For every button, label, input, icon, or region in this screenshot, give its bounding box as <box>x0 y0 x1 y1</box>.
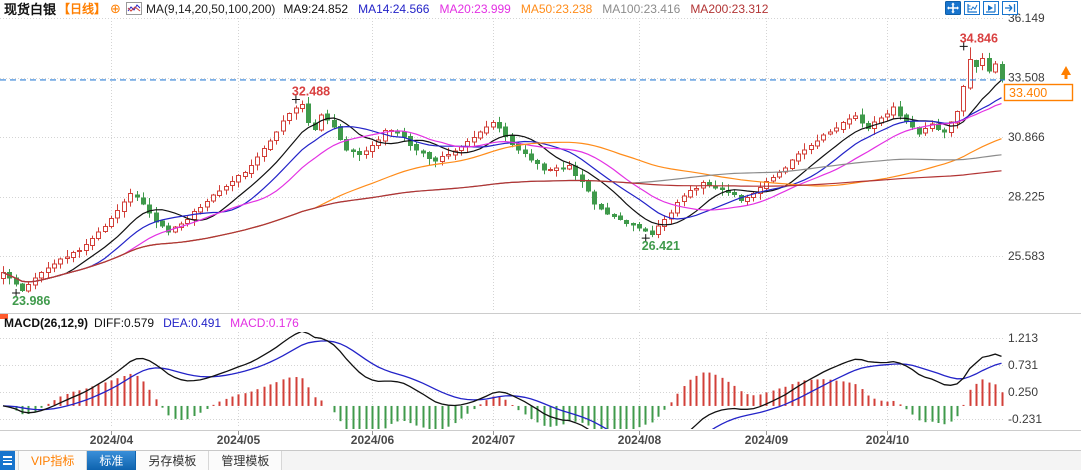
svg-text:2024/05: 2024/05 <box>217 433 261 447</box>
ma200-line <box>2 170 1002 283</box>
macd-params-label: MACD(26,12,9) <box>4 316 89 330</box>
ma-group-label: MA(9,14,20,50,100,200) <box>145 1 276 16</box>
period-label[interactable]: 【日线】 <box>58 0 106 17</box>
svg-text:1.213: 1.213 <box>1008 331 1038 345</box>
ma-lines <box>2 79 1002 283</box>
up-arrow-icon <box>1061 66 1071 79</box>
svg-text:2024/04: 2024/04 <box>90 433 134 447</box>
mini-chart-icon-glyph <box>125 2 142 15</box>
axis-left-scale-icon[interactable] <box>964 1 980 15</box>
ma9-line <box>2 79 1002 283</box>
ma20-value: MA20:23.999 <box>439 1 511 16</box>
svg-text:33.508: 33.508 <box>1008 71 1045 85</box>
target-circle-icon[interactable]: ⊕ <box>110 1 121 17</box>
svg-text:-0.231: -0.231 <box>1008 412 1042 426</box>
tab-manage-template[interactable]: 管理模板 <box>209 451 283 470</box>
axis-right-scale-icon[interactable] <box>983 1 999 15</box>
svg-text:26.421: 26.421 <box>642 239 680 253</box>
ma9-value: MA9:24.852 <box>283 1 349 16</box>
svg-text:2024/09: 2024/09 <box>745 433 789 447</box>
date-axis: 2024/04 2024/05 2024/06 2024/07 2024/08 2024/… <box>90 431 910 447</box>
bottom-tab-bar: VIP指标 标准 另存模板 管理模板 <box>0 450 1081 470</box>
chart-header: 现货白银 【日线】 ⊕ MA(9,14,20,50,100,200) MA9:2… <box>4 0 778 18</box>
svg-text:23.986: 23.986 <box>12 294 50 308</box>
price-axis: 36.14933.50830.86628.22525.5831.2130.731… <box>1008 11 1045 426</box>
ma20-line <box>2 103 1002 283</box>
svg-text:30.866: 30.866 <box>1008 130 1045 144</box>
ma100-line <box>2 154 1002 283</box>
shift-right-icon[interactable] <box>1002 1 1018 15</box>
trading-chart-window: 23.986 32.488 26.421 34.846 36.149 33.508 30.8… <box>0 0 1081 470</box>
tab-save-template[interactable]: 另存模板 <box>136 451 210 470</box>
macd-header: MACD(26,12,9) DIFF:0.579 DEA:0.491 MACD:… <box>4 316 308 330</box>
symbol-name: 现货白银 <box>4 2 57 17</box>
svg-text:2024/10: 2024/10 <box>866 433 910 447</box>
svg-text:0.250: 0.250 <box>1008 385 1038 399</box>
svg-text:25.583: 25.583 <box>1008 249 1045 263</box>
ma200-value: MA200:23.312 <box>690 1 769 16</box>
macd-macd-value: MACD:0.176 <box>230 316 299 330</box>
svg-text:33.400: 33.400 <box>1009 86 1047 100</box>
menu-grid-icon[interactable] <box>0 451 15 470</box>
ma14-value: MA14:24.566 <box>358 1 430 16</box>
ma14-line <box>2 97 1002 283</box>
svg-text:32.488: 32.488 <box>292 84 330 98</box>
svg-text:0.731: 0.731 <box>1008 358 1038 372</box>
svg-text:2024/08: 2024/08 <box>618 433 662 447</box>
svg-text:2024/07: 2024/07 <box>472 433 516 447</box>
chart-canvas[interactable]: 23.98632.48826.42134.84636.14933.50830.8… <box>0 0 1081 450</box>
mini-chart-icon[interactable] <box>125 2 142 15</box>
svg-text:34.846: 34.846 <box>960 31 998 45</box>
svg-text:2024/06: 2024/06 <box>351 433 395 447</box>
extreme-labels: 23.986 32.488 26.421 34.846 <box>12 31 998 308</box>
tab-standard[interactable]: 标准 <box>87 451 137 470</box>
candlesticks <box>0 47 1005 293</box>
ma50-value: MA50:23.238 <box>520 1 593 16</box>
tab-vip-indicators[interactable]: VIP指标 <box>18 451 88 470</box>
macd-diff-value: DIFF:0.579 <box>94 316 155 330</box>
macd-dea-value: DEA:0.491 <box>163 316 222 330</box>
ma100-value: MA100:23.416 <box>602 1 681 16</box>
move-crosshair-icon[interactable] <box>945 1 961 15</box>
chart-toolbar <box>945 1 1018 15</box>
svg-text:28.225: 28.225 <box>1008 190 1045 204</box>
